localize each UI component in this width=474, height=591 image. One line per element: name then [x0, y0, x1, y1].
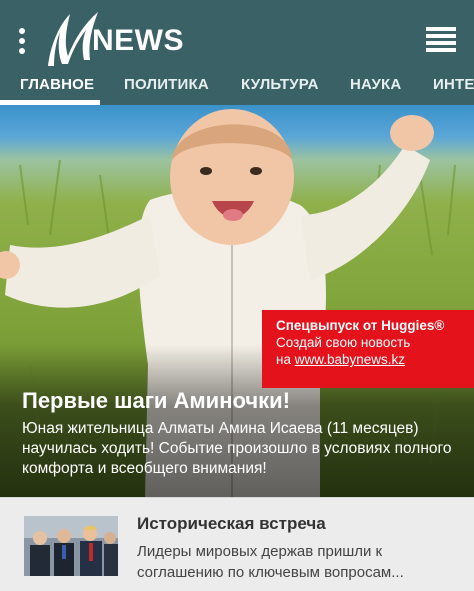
news-card-title[interactable]: Историческая встреча — [137, 514, 326, 534]
kebab-icon[interactable] — [18, 28, 26, 54]
news-card-summary: Лидеры мировых держав пришли к соглашени… — [137, 543, 404, 581]
app-header: NEWS ГЛАВНОЕ ПОЛИТИКА КУЛЬТУРА НАУКА ИНТ… — [0, 0, 474, 105]
promo-title: Спецвыпуск от Huggies® — [276, 318, 445, 333]
tab-main[interactable]: ГЛАВНОЕ — [20, 76, 94, 93]
tab-science[interactable]: НАУКА — [350, 76, 401, 93]
promo-prefix: на — [276, 352, 295, 367]
hero-article[interactable]: Спецвыпуск от Huggies® Создай свою новос… — [0, 105, 474, 497]
news-thumbnail — [24, 516, 118, 576]
promo-link[interactable]: www.babynews.kz — [295, 352, 405, 367]
tab-more[interactable]: ИНТЕ — [433, 76, 474, 93]
promo-banner[interactable]: Спецвыпуск от Huggies® Создай свою новос… — [262, 310, 474, 388]
hero-title[interactable]: Первые шаги Аминочки! — [22, 388, 290, 414]
tab-politics[interactable]: ПОЛИТИКА — [124, 76, 209, 93]
promo-line: Создай свою новость — [276, 335, 411, 350]
promo-line-link: на www.babynews.kz — [276, 352, 474, 367]
logo-text[interactable]: NEWS — [92, 24, 184, 58]
hero-summary: Юная жительница Алматы Амина Исаева (11 … — [22, 420, 452, 477]
news-card[interactable]: Историческая встреча Лидеры мировых держ… — [0, 497, 474, 591]
tab-culture[interactable]: КУЛЬТУРА — [241, 76, 319, 93]
hamburger-icon[interactable] — [426, 27, 456, 53]
